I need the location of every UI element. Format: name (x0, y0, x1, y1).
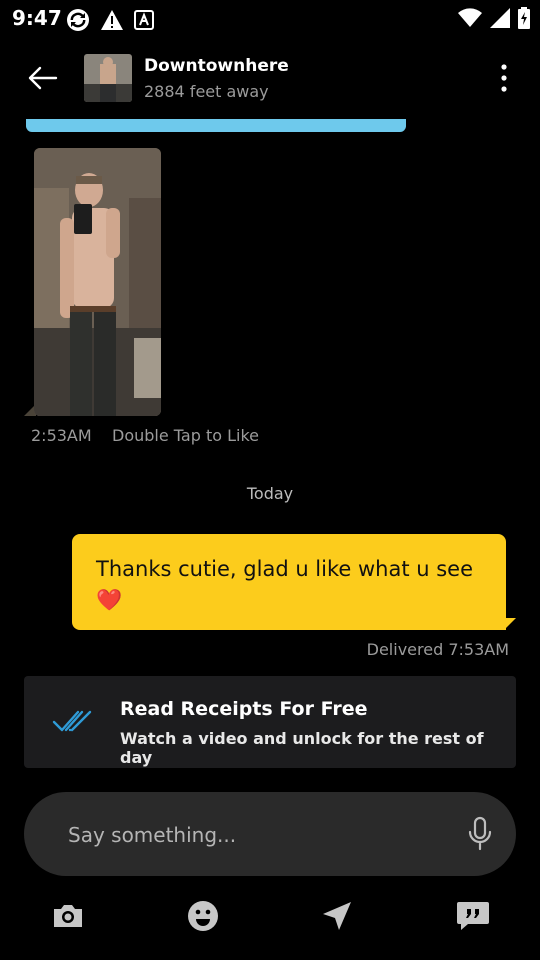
battery-icon (518, 7, 530, 33)
saved-phrases-button[interactable] (453, 900, 493, 936)
received-photo-message[interactable] (34, 148, 161, 416)
sent-message-bubble[interactable]: Thanks cutie, glad u like what u see ❤️ (72, 534, 506, 630)
camera-icon (51, 902, 85, 934)
more-options-button[interactable] (494, 62, 514, 94)
send-location-icon (321, 900, 353, 936)
double-tap-hint: Double Tap to Like (112, 426, 259, 445)
status-left-icons (66, 8, 154, 36)
camera-button[interactable] (48, 900, 88, 936)
day-separator: Today (246, 484, 294, 503)
sent-message-text: Thanks cutie, glad u like what u see ❤️ (96, 557, 474, 612)
emoji-icon (187, 900, 219, 936)
voice-message-button[interactable] (464, 816, 496, 852)
status-time: 9:47 (12, 6, 62, 30)
emoji-button[interactable] (183, 900, 223, 936)
message-input[interactable] (66, 814, 450, 856)
status-right-icons (458, 7, 530, 33)
arrow-left-icon (26, 66, 58, 98)
sync-icon (66, 8, 90, 36)
microphone-icon (464, 816, 496, 856)
a-box-icon (134, 10, 154, 34)
read-receipts-banner[interactable]: Read Receipts For Free Watch a video and… (24, 676, 516, 768)
read-receipts-subtitle: Watch a video and unlock for the rest of… (120, 729, 484, 767)
warning-icon (100, 9, 124, 35)
message-composer (24, 792, 516, 876)
delivery-status: Delivered 7:53AM (366, 640, 509, 659)
saved-phrases-icon (456, 900, 490, 936)
profile-thumbnail[interactable] (84, 54, 132, 102)
profile-name[interactable]: Downtownhere (144, 56, 289, 76)
more-vertical-icon (494, 64, 514, 98)
previous-message-bubble (26, 119, 406, 132)
profile-distance: 2884 feet away (144, 82, 269, 101)
sent-bubble-tail (504, 618, 516, 630)
photo-content (34, 148, 161, 416)
signal-icon (490, 8, 510, 32)
read-receipts-title: Read Receipts For Free (120, 698, 368, 720)
back-button[interactable] (26, 62, 58, 94)
wifi-icon (458, 8, 482, 32)
photo-timestamp: 2:53AM (31, 426, 92, 445)
send-location-button[interactable] (317, 900, 357, 936)
double-check-icon (52, 708, 92, 738)
